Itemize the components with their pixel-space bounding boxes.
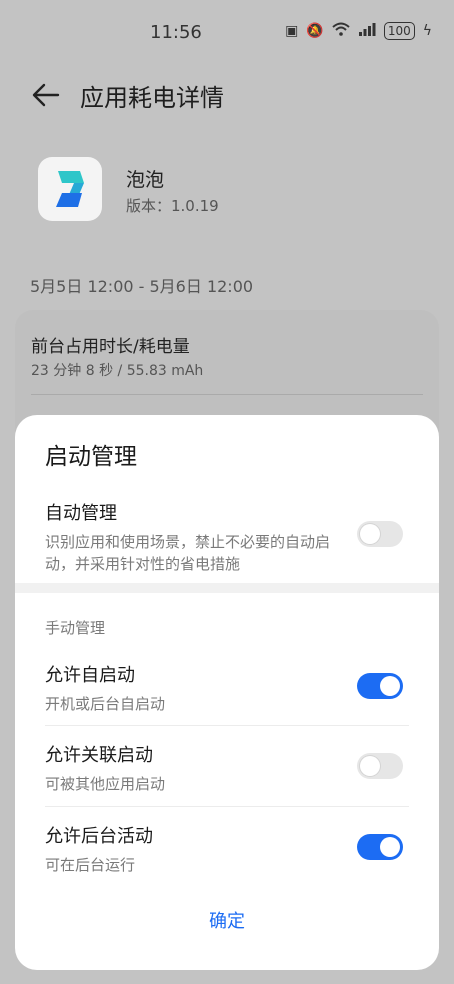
auto-management-toggle[interactable] (357, 521, 403, 547)
status-time: 11:56 (150, 22, 202, 43)
auto-management-row[interactable]: 自动管理 识别应用和使用场景，禁止不必要的自动启动，并采用针对性的省电措施 (45, 499, 403, 575)
allow-associated-start-toggle[interactable] (357, 753, 403, 779)
startup-management-sheet: 启动管理 自动管理 识别应用和使用场景，禁止不必要的自动启动，并采用针对性的省电… (15, 415, 439, 970)
usage-label: 前台占用时长/耗电量 (31, 337, 190, 357)
allow-background-activity-toggle[interactable] (357, 834, 403, 860)
back-arrow-icon[interactable] (28, 80, 64, 110)
allow-associated-start-title: 允许关联启动 (45, 745, 153, 766)
wifi-icon (332, 22, 350, 40)
battery-icon: 100 (383, 22, 415, 40)
status-bar: 11:56 ▣ 🔕 100 ϟ (0, 0, 454, 66)
auto-management-title: 自动管理 (45, 503, 117, 524)
app-icon (38, 157, 102, 221)
allow-background-activity-title: 允许后台活动 (45, 826, 153, 847)
confirm-button[interactable]: 确定 (15, 907, 439, 933)
usage-value: 23 分钟 8 秒 / 55.83 mAh (31, 363, 204, 379)
allow-associated-start-row[interactable]: 允许关联启动 可被其他应用启动 (45, 741, 403, 795)
manual-management-label: 手动管理 (45, 619, 106, 637)
nfc-icon: ▣ (285, 23, 299, 39)
allow-self-start-row[interactable]: 允许自启动 开机或后台自启动 (45, 661, 403, 715)
allow-self-start-title: 允许自启动 (45, 665, 135, 686)
sheet-title: 启动管理 (45, 444, 137, 470)
status-icons: ▣ 🔕 100 ϟ (285, 22, 432, 40)
allow-background-activity-row[interactable]: 允许后台活动 可在后台运行 (45, 822, 403, 876)
charging-icon: ϟ (422, 23, 432, 39)
app-name: 泡泡 (126, 169, 165, 191)
section-separator (15, 583, 439, 593)
mute-icon: 🔕 (306, 23, 324, 39)
date-range: 5月5日 12:00 - 5月6日 12:00 (30, 277, 254, 296)
app-version: 版本：1.0.19 (126, 197, 219, 215)
auto-management-desc: 识别应用和使用场景，禁止不必要的自动启动，并采用针对性的省电措施 (45, 533, 331, 573)
row-divider (45, 725, 409, 726)
signal-icon (358, 22, 376, 40)
toggle-knob (360, 524, 380, 544)
toggle-knob (360, 756, 380, 776)
allow-associated-start-desc: 可被其他应用启动 (45, 775, 166, 793)
toggle-knob (380, 837, 400, 857)
page-title: 应用耗电详情 (80, 84, 224, 112)
allow-self-start-toggle[interactable] (357, 673, 403, 699)
allow-self-start-desc: 开机或后台自启动 (45, 695, 166, 713)
row-divider (45, 806, 409, 807)
app-bar: 应用耗电详情 (0, 66, 454, 126)
allow-background-activity-desc: 可在后台运行 (45, 856, 136, 874)
toggle-knob (380, 676, 400, 696)
divider (31, 394, 423, 395)
